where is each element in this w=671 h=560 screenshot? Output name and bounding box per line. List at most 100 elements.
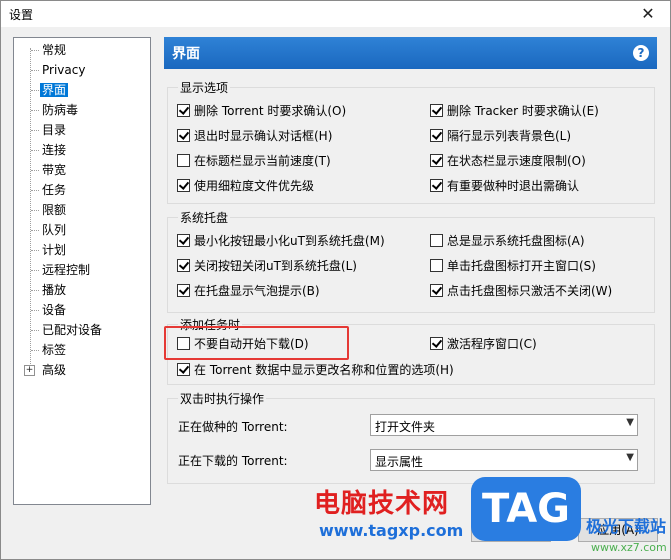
checkbox-label: 删除 Torrent 时要求确认(O) [194, 104, 347, 118]
chevron-down-icon: ▼ [626, 417, 634, 428]
expand-icon[interactable]: + [24, 365, 35, 376]
tree-connector [31, 230, 39, 231]
checkbox-checked[interactable] [430, 154, 443, 167]
system-tray-checkbox[interactable]: 总是显示系统托盘图标(A) [430, 232, 585, 250]
display-option-checkbox[interactable]: 使用细粒度文件优先级 [177, 177, 314, 195]
tag-logo-icon: TAG [471, 477, 581, 541]
watermark-site: 极光下载站 [586, 517, 667, 536]
display-option-checkbox[interactable]: 在状态栏显示速度限制(O) [430, 152, 586, 170]
checkbox-label: 退出时显示确认对话框(H) [194, 129, 333, 143]
red-highlight-box [164, 326, 349, 360]
seeding-action-select[interactable]: 打开文件夹 ▼ [370, 414, 638, 436]
system-tray-checkbox[interactable]: 关闭按钮关闭uT到系统托盘(L) [177, 257, 357, 275]
tree-connector [31, 250, 39, 251]
tree-item[interactable]: 连接 [40, 140, 68, 160]
checkbox-checked[interactable] [430, 179, 443, 192]
tree-item[interactable]: 标签 [40, 340, 68, 360]
chevron-down-icon: ▼ [626, 452, 634, 463]
tree-connector [31, 90, 39, 91]
display-option-checkbox[interactable]: 隔行显示列表背景色(L) [430, 127, 571, 145]
tree-item-label: 带宽 [42, 163, 67, 177]
tree-connector-line [30, 48, 32, 374]
tree-item-label: 高级 [42, 363, 67, 377]
checkbox-checked[interactable] [177, 363, 190, 376]
checkbox-checked[interactable] [177, 259, 190, 272]
window-title: 设置 [9, 8, 34, 22]
tree-item-label: 队列 [42, 223, 67, 237]
select-value: 显示属性 [375, 455, 424, 469]
tree-item[interactable]: 界面 [40, 80, 69, 100]
tree-connector [31, 130, 39, 131]
tree-item[interactable]: 设备 [40, 300, 68, 320]
close-button[interactable]: ✕ [626, 1, 670, 27]
tree-item[interactable]: 防病毒 [40, 100, 80, 120]
tree-item-label: 远程控制 [42, 263, 91, 277]
checkbox-unchecked[interactable] [177, 154, 190, 167]
watermark-url2: www.xz7.com [591, 541, 667, 554]
checkbox-label: 点击托盘图标只激活不关闭(W) [447, 284, 613, 298]
system-tray-checkbox[interactable]: 点击托盘图标只激活不关闭(W) [430, 282, 612, 300]
checkbox-checked[interactable] [177, 179, 190, 192]
tree-item[interactable]: 播放 [40, 280, 68, 300]
checkbox-label: 在状态栏显示速度限制(O) [447, 154, 586, 168]
checkbox-checked[interactable] [430, 104, 443, 117]
checkbox-checked[interactable] [177, 129, 190, 142]
display-option-checkbox[interactable]: 删除 Torrent 时要求确认(O) [177, 102, 346, 120]
tree-connector [31, 270, 39, 271]
help-icon[interactable]: ? [633, 45, 649, 61]
tree-item[interactable]: Privacy [40, 60, 87, 80]
tree-connector [31, 350, 39, 351]
tree-item[interactable]: 带宽 [40, 160, 68, 180]
group-legend: 显示选项 [178, 79, 231, 96]
display-option-checkbox[interactable]: 在标题栏显示当前速度(T) [177, 152, 331, 170]
checkbox-checked[interactable] [177, 104, 190, 117]
watermark-brand: 电脑技术网 [314, 489, 450, 519]
tree-item-label: 目录 [42, 123, 67, 137]
tree-item[interactable]: 常规 [40, 40, 68, 60]
checkbox-checked[interactable] [430, 284, 443, 297]
select-value: 打开文件夹 [375, 420, 436, 434]
panel-title: 界面 [172, 46, 200, 62]
checkbox-label: 激活程序窗口(C) [447, 337, 537, 351]
system-tray-checkbox[interactable]: 单击托盘图标打开主窗口(S) [430, 257, 596, 275]
settings-tree: 常规 Privacy 界面防病毒目录连接带宽任务限额队列计划远程控制播放 设备已配对设… [13, 37, 151, 505]
display-option-checkbox[interactable]: 删除 Tracker 时要求确认(E) [430, 102, 599, 120]
tree-item-label: 限额 [42, 203, 67, 217]
checkbox-checked[interactable] [430, 129, 443, 142]
system-tray-checkbox[interactable]: 在托盘显示气泡提示(B) [177, 282, 320, 300]
tree-item[interactable]: 已配对设备 [40, 320, 104, 340]
checkbox-checked[interactable] [177, 284, 190, 297]
add-task-checkbox[interactable]: 在 Torrent 数据中显示更改名称和位置的选项(H) [177, 361, 454, 379]
add-task-checkbox[interactable]: 激活程序窗口(C) [430, 335, 537, 353]
tree-item[interactable]: 远程控制 [40, 260, 92, 280]
tree-connector [31, 170, 39, 171]
tree-item[interactable]: 目录 [40, 120, 68, 140]
system-tray-checkbox[interactable]: 最小化按钮最小化uT到系统托盘(M) [177, 232, 385, 250]
checkbox-checked[interactable] [430, 337, 443, 350]
tree-item-label: 已配对设备 [42, 323, 103, 337]
tree-item-label: Privacy [42, 63, 86, 77]
checkbox-label: 隔行显示列表背景色(L) [447, 129, 572, 143]
tree-item[interactable]: 队列 [40, 220, 68, 240]
tree-item-label: 计划 [42, 243, 67, 257]
tree-item-label: 防病毒 [42, 103, 79, 117]
checkbox-label: 使用细粒度文件优先级 [194, 179, 315, 193]
tree-item[interactable]: 限额 [40, 200, 68, 220]
checkbox-unchecked[interactable] [430, 259, 443, 272]
checkbox-label: 在标题栏显示当前速度(T) [194, 154, 331, 168]
checkbox-label: 单击托盘图标打开主窗口(S) [447, 259, 596, 273]
tree-connector [31, 70, 39, 71]
panel-header: 界面 ? [164, 37, 657, 69]
display-option-checkbox[interactable]: 退出时显示确认对话框(H) [177, 127, 332, 145]
tree-item[interactable]: 高级 [40, 360, 68, 380]
display-option-checkbox[interactable]: 有重要做种时退出需确认 [430, 177, 579, 195]
checkbox-label: 删除 Tracker 时要求确认(E) [447, 104, 599, 118]
tree-item[interactable]: 计划 [40, 240, 68, 260]
downloading-action-select[interactable]: 显示属性 ▼ [370, 449, 638, 471]
checkbox-label: 有重要做种时退出需确认 [447, 179, 580, 193]
checkbox-checked[interactable] [177, 234, 190, 247]
tree-connector [31, 290, 39, 291]
tree-connector [31, 50, 39, 51]
tree-item[interactable]: 任务 [40, 180, 68, 200]
checkbox-unchecked[interactable] [430, 234, 443, 247]
